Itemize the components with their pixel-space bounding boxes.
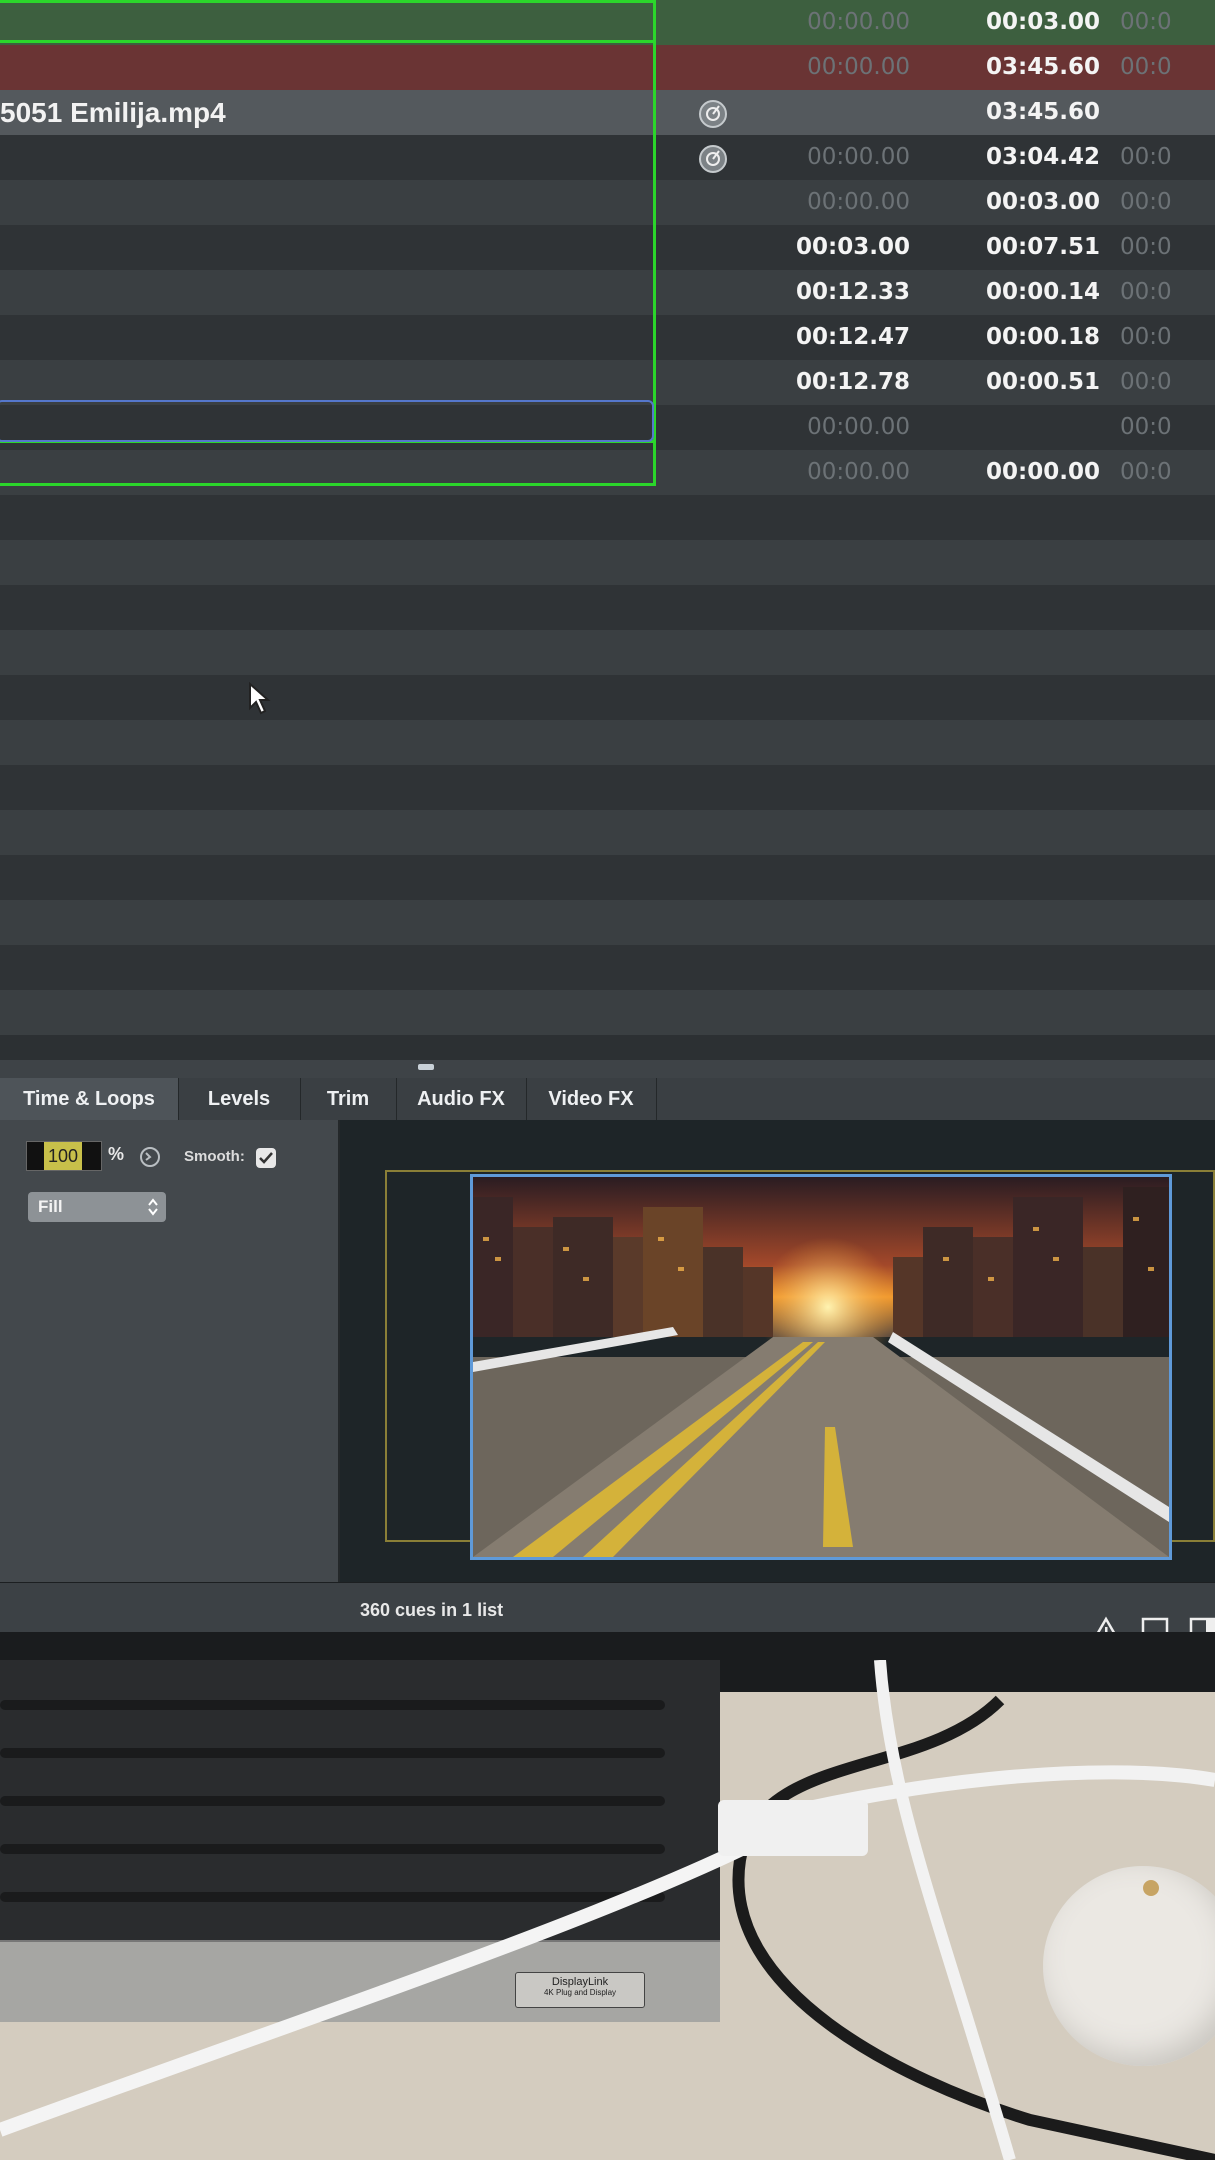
- cue-row[interactable]: [0, 855, 1215, 900]
- cue-row[interactable]: 00:00.00 03:45.60 00:0: [0, 45, 1215, 90]
- cue-row[interactable]: [0, 990, 1215, 1035]
- resize-handle[interactable]: [418, 1064, 434, 1070]
- post-wait-time[interactable]: 00:0: [1120, 315, 1215, 360]
- tab-audio-fx[interactable]: Audio FX: [396, 1078, 527, 1120]
- tab-time-loops[interactable]: Time & Loops: [0, 1078, 179, 1120]
- cue-row[interactable]: 00:00.00 00:03.00 00:0: [0, 180, 1215, 225]
- video-thumbnail: [473, 1177, 1169, 1557]
- pre-wait-time[interactable]: 00:03.00: [750, 225, 910, 270]
- post-wait-time[interactable]: 00:0: [1120, 270, 1215, 315]
- cue-row[interactable]: [0, 765, 1215, 810]
- action-time[interactable]: 00:03.00: [940, 180, 1100, 225]
- action-time[interactable]: [940, 405, 1100, 450]
- cue-row[interactable]: 00:12.78 00:00.51 00:0: [0, 360, 1215, 405]
- post-wait-time[interactable]: 00:0: [1120, 360, 1215, 405]
- smooth-label: Smooth:: [184, 1148, 245, 1165]
- reset-icon[interactable]: [138, 1145, 162, 1169]
- geometry-panel: [0, 1120, 340, 1582]
- cue-row[interactable]: [0, 675, 1215, 720]
- pre-wait-time[interactable]: 00:00.00: [750, 405, 910, 450]
- post-wait-time[interactable]: 00:0: [1120, 450, 1215, 495]
- cue-row[interactable]: 00:03.00 00:07.51 00:0: [0, 225, 1215, 270]
- smooth-checkbox[interactable]: [256, 1148, 276, 1168]
- monitor-screen: 00:00.00 00:03.00 00:0 00:00.00 03:45.60 00:0…: [0, 0, 1215, 1660]
- post-wait-time[interactable]: 00:0: [1120, 0, 1215, 45]
- pre-wait-time[interactable]: 00:00.00: [750, 0, 910, 45]
- cue-list[interactable]: 00:00.00 00:03.00 00:0 00:00.00 03:45.60 00:0…: [0, 0, 1215, 1060]
- post-wait-time[interactable]: 00:0: [1120, 135, 1215, 180]
- pre-wait-time[interactable]: 00:00.00: [750, 450, 910, 495]
- pre-wait-time[interactable]: 00:00.00: [750, 180, 910, 225]
- tab-levels[interactable]: Levels: [178, 1078, 301, 1120]
- action-time[interactable]: 00:07.51: [940, 225, 1100, 270]
- pre-wait-time[interactable]: 00:12.78: [750, 360, 910, 405]
- cue-row[interactable]: 00:00.00 03:04.42 00:0: [0, 135, 1215, 180]
- cue-row[interactable]: [0, 630, 1215, 675]
- fill-mode-value: Fill: [38, 1197, 63, 1216]
- playhead-selection: [0, 400, 654, 442]
- cue-row[interactable]: [0, 900, 1215, 945]
- post-wait-time[interactable]: 00:0: [1120, 225, 1215, 270]
- action-time[interactable]: 00:00.14: [940, 270, 1100, 315]
- cue-row[interactable]: [0, 585, 1215, 630]
- mouse-pointer-icon: [249, 682, 271, 715]
- selection-divider: [0, 40, 656, 43]
- scale-unit: %: [108, 1144, 125, 1164]
- cue-row[interactable]: 00:00.00 00:00.00 00:0: [0, 450, 1215, 495]
- action-time[interactable]: 00:00.00: [940, 450, 1100, 495]
- post-wait-time[interactable]: 00:0: [1120, 180, 1215, 225]
- cue-row[interactable]: [0, 945, 1215, 990]
- usb-connector: [718, 1800, 868, 1856]
- stepper-arrows-icon: [148, 1198, 158, 1216]
- cue-row[interactable]: [0, 810, 1215, 855]
- action-time[interactable]: 03:45.60: [940, 45, 1100, 90]
- cue-row[interactable]: [0, 720, 1215, 765]
- pre-wait-time[interactable]: 00:00.00: [750, 135, 910, 180]
- cue-row[interactable]: 00:12.33 00:00.14 00:0: [0, 270, 1215, 315]
- cables: [0, 1660, 1215, 2160]
- checkmark-icon: [259, 1152, 273, 1164]
- cue-count: 360 cues in 1 list: [360, 1600, 504, 1620]
- tab-trim[interactable]: Trim: [300, 1078, 397, 1120]
- post-wait-time[interactable]: 00:0: [1120, 405, 1215, 450]
- action-time[interactable]: 00:00.18: [940, 315, 1100, 360]
- post-wait-time[interactable]: 00:0: [1120, 45, 1215, 90]
- action-time[interactable]: 00:00.51: [940, 360, 1100, 405]
- pre-wait-time[interactable]: 00:12.33: [750, 270, 910, 315]
- action-time[interactable]: 00:03.00: [940, 0, 1100, 45]
- cue-row[interactable]: [0, 540, 1215, 585]
- action-time[interactable]: 03:04.42: [940, 135, 1100, 180]
- post-wait-time[interactable]: [1120, 90, 1215, 135]
- video-preview[interactable]: [470, 1174, 1172, 1560]
- action-time[interactable]: 03:45.60: [940, 90, 1100, 135]
- cue-row[interactable]: 00:00.00 00:03.00 00:0: [0, 0, 1215, 45]
- pre-wait-time[interactable]: [750, 90, 910, 135]
- inspector-divider[interactable]: [0, 1060, 1215, 1078]
- mouse-indicator: [1143, 1880, 1159, 1896]
- inspector-tabs: Time & Loops Levels Trim Audio FX Video …: [0, 1078, 1215, 1121]
- pre-wait-time[interactable]: 00:12.47: [750, 315, 910, 360]
- cue-row[interactable]: [0, 495, 1215, 540]
- cue-row[interactable]: 00:12.47 00:00.18 00:0: [0, 315, 1215, 360]
- cue-row[interactable]: 5051 Emilija.mp4 03:45.60: [0, 90, 1215, 135]
- cue-name[interactable]: 5051 Emilija.mp4: [0, 90, 226, 135]
- scale-value[interactable]: 100: [44, 1142, 83, 1170]
- target-icon: [699, 145, 727, 173]
- fill-mode-select[interactable]: Fill: [28, 1192, 166, 1222]
- target-icon: [699, 100, 727, 128]
- status-bar: [0, 1582, 1215, 1633]
- tab-video-fx[interactable]: Video FX: [526, 1078, 657, 1120]
- pre-wait-time[interactable]: 00:00.00: [750, 45, 910, 90]
